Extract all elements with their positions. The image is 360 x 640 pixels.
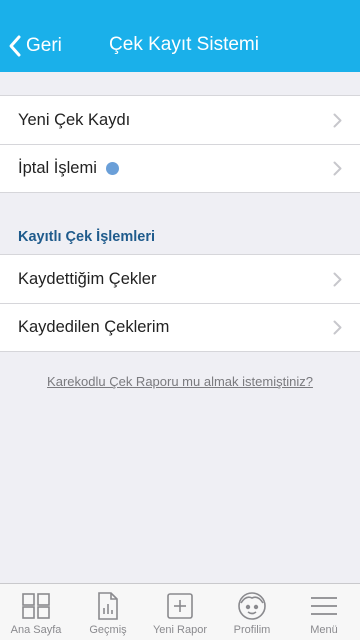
list-item-my-saved-checks[interactable]: Kaydettiğim Çekler (0, 255, 360, 303)
history-document-icon (96, 590, 120, 622)
hamburger-icon (309, 590, 339, 622)
notification-dot-icon (105, 161, 119, 175)
tab-bar: Ana Sayfa Geçmiş Yeni Rapor Profilim Men… (0, 583, 360, 640)
section-title: Kayıtlı Çek İşlemleri (18, 229, 156, 245)
tab-new-report[interactable]: Yeni Rapor (144, 584, 216, 640)
list-item-label: Kaydettiğim Çekler (18, 269, 157, 288)
nav-header: Geri Çek Kayıt Sistemi (0, 0, 360, 72)
tab-history[interactable]: Geçmiş (72, 584, 144, 640)
tab-label: Menü (310, 624, 338, 636)
list-item-label: İptal İşlemi (18, 158, 97, 177)
tab-label: Ana Sayfa (10, 624, 62, 636)
list-item-cancel[interactable]: İptal İşlemi (0, 144, 360, 192)
tab-profile[interactable]: Profilim (216, 584, 288, 640)
chevron-right-icon (333, 272, 342, 287)
actions-group: Yeni Çek Kaydı İptal İşlemi (0, 95, 360, 193)
tab-home[interactable]: Ana Sayfa (0, 584, 72, 640)
dashboard-icon (21, 590, 51, 622)
plus-box-icon (166, 590, 194, 622)
list-item-label: Yeni Çek Kaydı (18, 110, 131, 129)
list-item-saved-checks[interactable]: Kaydedilen Çeklerim (0, 303, 360, 351)
chevron-right-icon (333, 320, 342, 335)
face-icon (237, 590, 267, 622)
tab-label: Geçmiş (89, 624, 127, 636)
list-item-label: Kaydedilen Çeklerim (18, 317, 170, 336)
tab-label: Yeni Rapor (152, 624, 208, 636)
tab-menu[interactable]: Menü (288, 584, 360, 640)
list-item-new-check[interactable]: Yeni Çek Kaydı (0, 96, 360, 144)
saved-checks-group: Kaydettiğim Çekler Kaydedilen Çeklerim (0, 254, 360, 352)
qr-report-link[interactable]: Karekodlu Çek Raporu mu almak istemiştin… (0, 374, 360, 389)
chevron-right-icon (333, 161, 342, 176)
tab-label: Profilim (233, 624, 271, 636)
page-title: Çek Kayıt Sistemi (109, 34, 259, 55)
chevron-right-icon (333, 113, 342, 128)
